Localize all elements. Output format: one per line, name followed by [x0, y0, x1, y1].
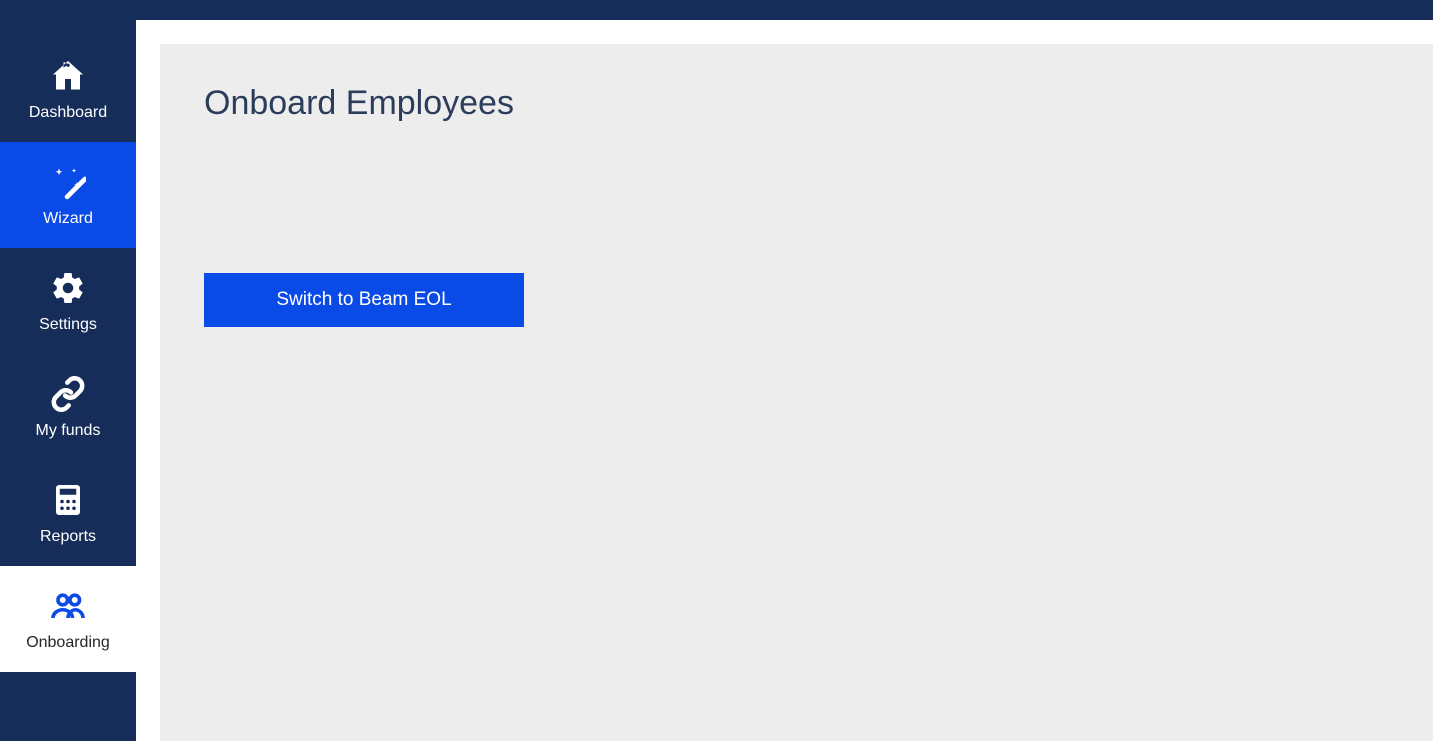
content-panel: Onboard Employees Switch to Beam EOL — [160, 44, 1433, 741]
switch-to-beam-eol-button[interactable]: Switch to Beam EOL — [204, 273, 524, 327]
home-icon — [48, 56, 88, 96]
top-bar — [0, 0, 1433, 20]
sidebar-item-label: Wizard — [43, 210, 93, 228]
gear-icon — [48, 268, 88, 308]
link-icon — [48, 374, 88, 414]
wand-icon — [48, 162, 88, 202]
sidebar-item-onboarding[interactable]: Onboarding — [0, 566, 136, 672]
sidebar-item-label: My funds — [36, 422, 101, 440]
sidebar-item-reports[interactable]: Reports — [0, 460, 136, 566]
sidebar-item-my-funds[interactable]: My funds — [0, 354, 136, 460]
sidebar-item-wizard[interactable]: Wizard — [0, 142, 136, 248]
page-title: Onboard Employees — [204, 84, 1389, 123]
sidebar-item-label: Onboarding — [26, 634, 110, 652]
sidebar-item-label: Dashboard — [29, 104, 107, 122]
main-area: Onboard Employees Switch to Beam EOL — [136, 20, 1433, 741]
calculator-icon — [48, 480, 88, 520]
sidebar: Dashboard Wizard Settings — [0, 20, 136, 741]
sidebar-item-label: Reports — [40, 528, 96, 546]
people-icon — [48, 586, 88, 626]
sidebar-item-label: Settings — [39, 316, 97, 334]
sidebar-item-dashboard[interactable]: Dashboard — [0, 36, 136, 142]
sidebar-item-settings[interactable]: Settings — [0, 248, 136, 354]
app-layout: Dashboard Wizard Settings — [0, 20, 1433, 741]
